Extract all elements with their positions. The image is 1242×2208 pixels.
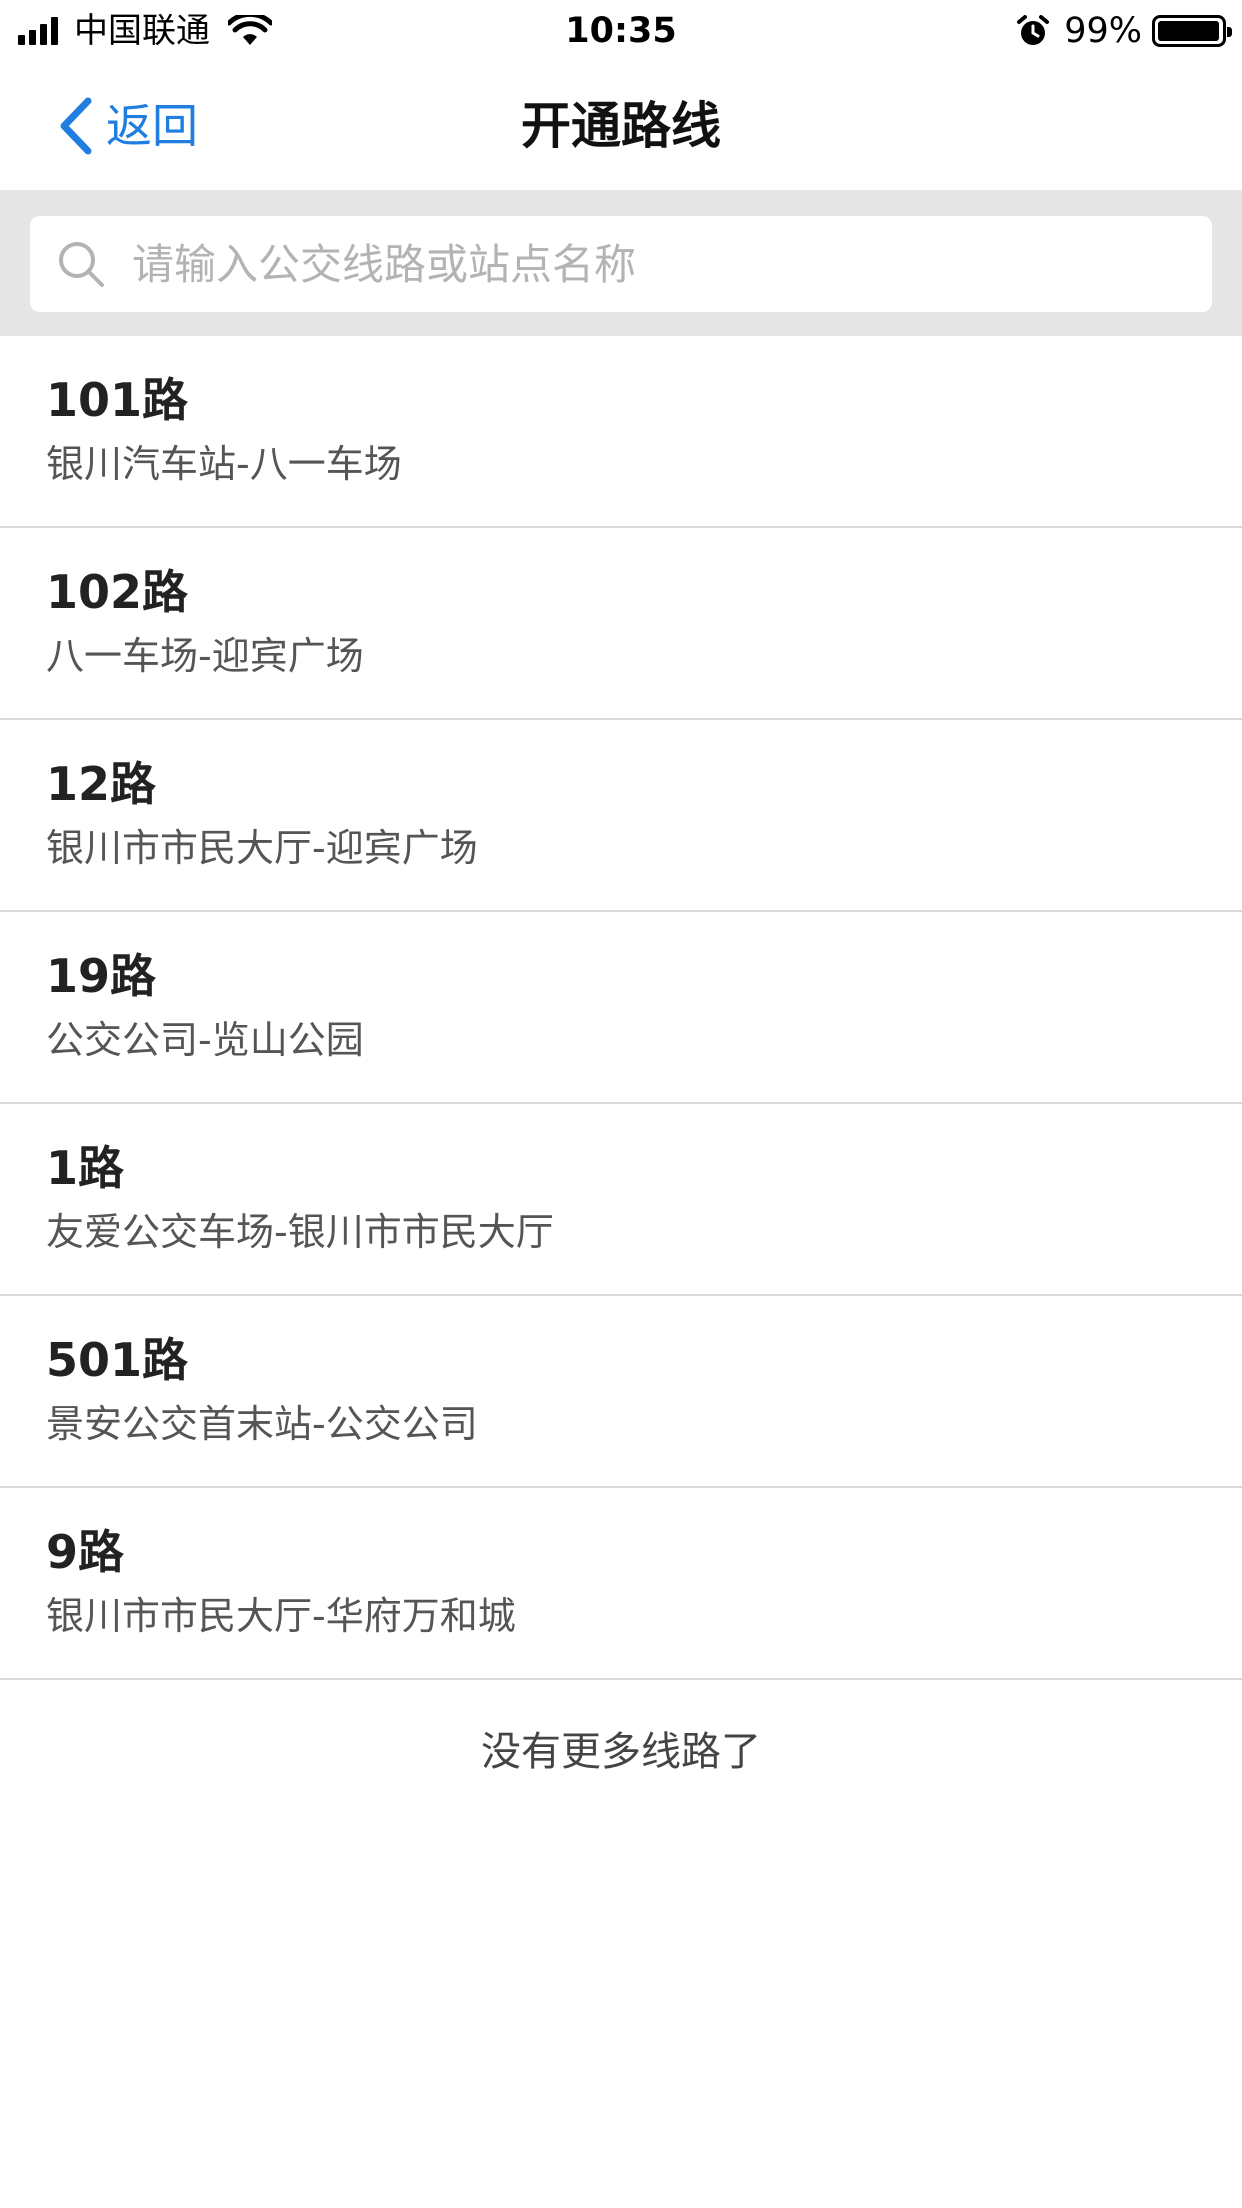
route-stops: 景安公交首末站-公交公司 xyxy=(46,1402,478,1446)
route-item[interactable]: 12路 银川市市民大厅-迎宾广场 xyxy=(0,720,1242,912)
route-item[interactable]: 101路 银川汽车站-八一车场 xyxy=(0,336,1242,528)
battery-icon xyxy=(1152,15,1232,47)
nav-bar: 返回 开通路线 xyxy=(0,62,1242,190)
route-stops: 八一车场-迎宾广场 xyxy=(46,634,364,678)
page-title: 开通路线 xyxy=(521,97,721,155)
route-stops: 友爱公交车场-银川市市民大厅 xyxy=(46,1210,554,1254)
search-box[interactable] xyxy=(30,216,1212,312)
no-more-routes-text: 没有更多线路了 xyxy=(481,1729,761,1775)
route-name: 1路 xyxy=(46,1141,125,1195)
route-item[interactable]: 102路 八一车场-迎宾广场 xyxy=(0,528,1242,720)
route-name: 101路 xyxy=(46,373,189,427)
route-stops: 银川市市民大厅-华府万和城 xyxy=(46,1594,516,1638)
route-name: 19路 xyxy=(46,949,157,1003)
route-stops: 公交公司-览山公园 xyxy=(46,1018,364,1062)
route-item[interactable]: 9路 银川市市民大厅-华府万和城 xyxy=(0,1488,1242,1680)
battery-percent: 99% xyxy=(1064,11,1142,51)
battery-cap xyxy=(1227,27,1232,37)
battery-fill xyxy=(1158,21,1219,41)
route-item[interactable]: 19路 公交公司-览山公园 xyxy=(0,912,1242,1104)
route-name: 501路 xyxy=(46,1333,189,1387)
route-name: 12路 xyxy=(46,757,157,811)
route-name: 102路 xyxy=(46,565,189,619)
status-right: 99% xyxy=(1016,10,1232,52)
search-icon xyxy=(59,242,104,287)
route-item[interactable]: 1路 友爱公交车场-银川市市民大厅 xyxy=(0,1104,1242,1296)
route-name: 9路 xyxy=(46,1525,125,1579)
search-input[interactable] xyxy=(132,224,1152,304)
route-item[interactable]: 501路 景安公交首末站-公交公司 xyxy=(0,1296,1242,1488)
search-area xyxy=(0,190,1242,336)
route-stops: 银川市市民大厅-迎宾广场 xyxy=(46,826,478,870)
route-list: 101路 银川汽车站-八一车场 102路 八一车场-迎宾广场 12路 银川市市民… xyxy=(0,336,1242,1680)
screen: 中国联通 10:35 99% 返回 开通路线 请输入公交线路或站点名称 101路… xyxy=(0,0,1242,2208)
alarm-icon xyxy=(1017,15,1050,45)
route-stops: 银川汽车站-八一车场 xyxy=(46,442,402,486)
status-bar: 中国联通 10:35 99% xyxy=(0,0,1242,62)
